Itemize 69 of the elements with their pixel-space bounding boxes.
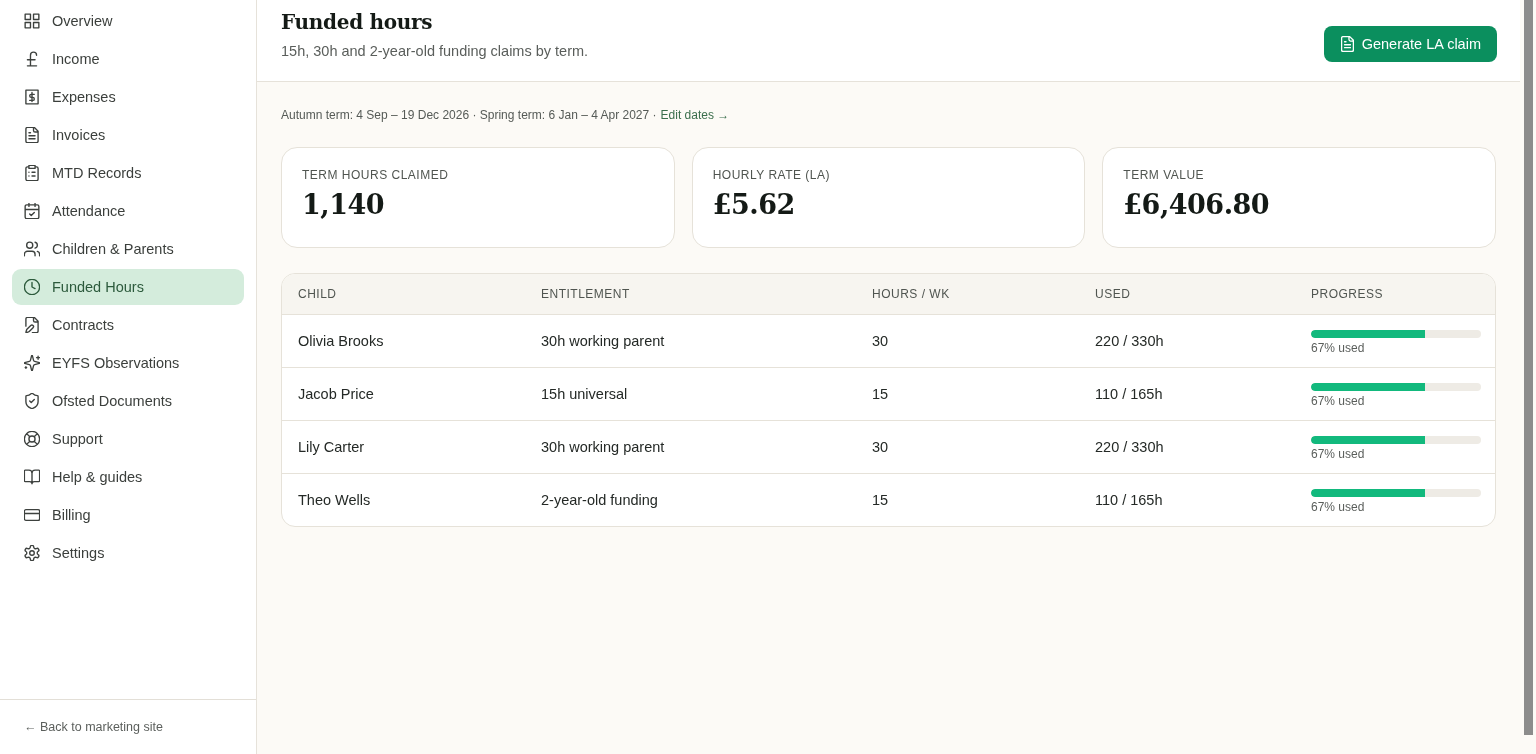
sidebar-item[interactable]: Funded Hours	[12, 269, 244, 305]
sidebar-item[interactable]: Help & guides	[12, 459, 244, 495]
table-cell: Lily Carter	[298, 439, 365, 455]
column-header: ENTITLEMENT	[541, 287, 630, 301]
page-title: Funded hours	[281, 9, 434, 36]
sidebar-item[interactable]: EYFS Observations	[12, 345, 244, 381]
table-cell: 15h universal	[541, 386, 628, 402]
sidebar-item[interactable]: Income	[12, 41, 244, 77]
sidebar-item[interactable]: Attendance	[12, 193, 244, 229]
table-cell: 30h working parent	[541, 439, 665, 455]
sidebar-item[interactable]: Expenses	[12, 79, 244, 115]
sidebar-item[interactable]: Invoices	[12, 117, 244, 153]
table-cell: 110 / 165h	[1095, 386, 1163, 402]
table-cell: 15	[872, 492, 889, 508]
table-cell: 220 / 330h	[1095, 439, 1164, 455]
table-cell: Olivia Brooks	[298, 333, 384, 349]
sparkles-icon	[24, 355, 40, 371]
stat-label: TERM HOURS CLAIMED	[302, 168, 450, 182]
edit-dates-link[interactable]: Edit dates →	[660, 107, 730, 122]
document-icon	[1340, 36, 1354, 52]
document-icon	[24, 127, 40, 143]
progress-reading: 67% used	[1311, 341, 1365, 355]
column-header: USED	[1095, 287, 1131, 301]
sidebar-item[interactable]: Ofsted Documents	[12, 383, 244, 419]
grid-icon	[24, 13, 40, 29]
stat-value: £6,406.80	[1123, 188, 1271, 222]
progress-reading: 67% used	[1311, 394, 1365, 408]
stat-label: TERM VALUE	[1123, 168, 1206, 182]
sidebar-item[interactable]: Settings	[12, 535, 244, 571]
sidebar-item[interactable]: Children & Parents	[12, 231, 244, 267]
sidebar-item[interactable]: Billing	[12, 497, 244, 533]
back-link[interactable]: ← Back to marketing site	[24, 720, 163, 734]
users-icon	[24, 241, 40, 257]
table-cell: Jacob Price	[298, 386, 374, 402]
table-cell: Theo Wells	[298, 492, 371, 508]
term-dates: Autumn term: 4 Sep – 19 Dec 2026 · Spring term: 6 Jan – 4 Apr 2027 ·	[281, 107, 657, 122]
table-cell: 220 / 330h	[1095, 333, 1164, 349]
clipboard-icon	[24, 165, 40, 181]
clock-icon	[24, 279, 40, 295]
page-subtitle: 15h, 30h and 2-year-old funding claims by term.	[281, 43, 589, 59]
generate-claim-button[interactable]: Generate LA claim	[1323, 26, 1497, 62]
stat-label: HOURLY RATE (LA)	[712, 168, 831, 182]
sidebar-item[interactable]: Overview	[12, 3, 244, 39]
column-header: CHILD	[298, 287, 337, 301]
sidebar-item[interactable]: Support	[12, 421, 244, 457]
table-cell: 15	[872, 386, 889, 402]
progress-reading: 67% used	[1311, 447, 1365, 461]
card-icon	[24, 507, 40, 523]
sidebar-item[interactable]: Contracts	[12, 307, 244, 343]
table-cell: 30	[872, 439, 889, 455]
table-cell: 30	[872, 333, 889, 349]
column-header: HOURS / WK	[872, 287, 950, 301]
sidebar-item[interactable]: MTD Records	[12, 155, 244, 191]
scrollbar-thumb[interactable]	[1523, 0, 1533, 735]
document-pen-icon	[24, 317, 40, 333]
stat-value: £5.62	[712, 188, 796, 222]
dollar-icon	[24, 89, 40, 105]
progress-reading: 67% used	[1311, 500, 1365, 514]
column-header: PROGRESS	[1311, 287, 1383, 301]
calendar-icon	[24, 203, 40, 219]
lifebuoy-icon	[24, 431, 40, 447]
book-icon	[24, 469, 40, 485]
table-cell: 2-year-old funding	[541, 492, 658, 508]
table-cell: 110 / 165h	[1095, 492, 1163, 508]
pound-icon	[24, 51, 40, 67]
settings-icon	[24, 545, 40, 561]
stat-value: 1,140	[302, 188, 386, 222]
table-cell: 30h working parent	[541, 333, 665, 349]
shield-icon	[24, 393, 40, 409]
